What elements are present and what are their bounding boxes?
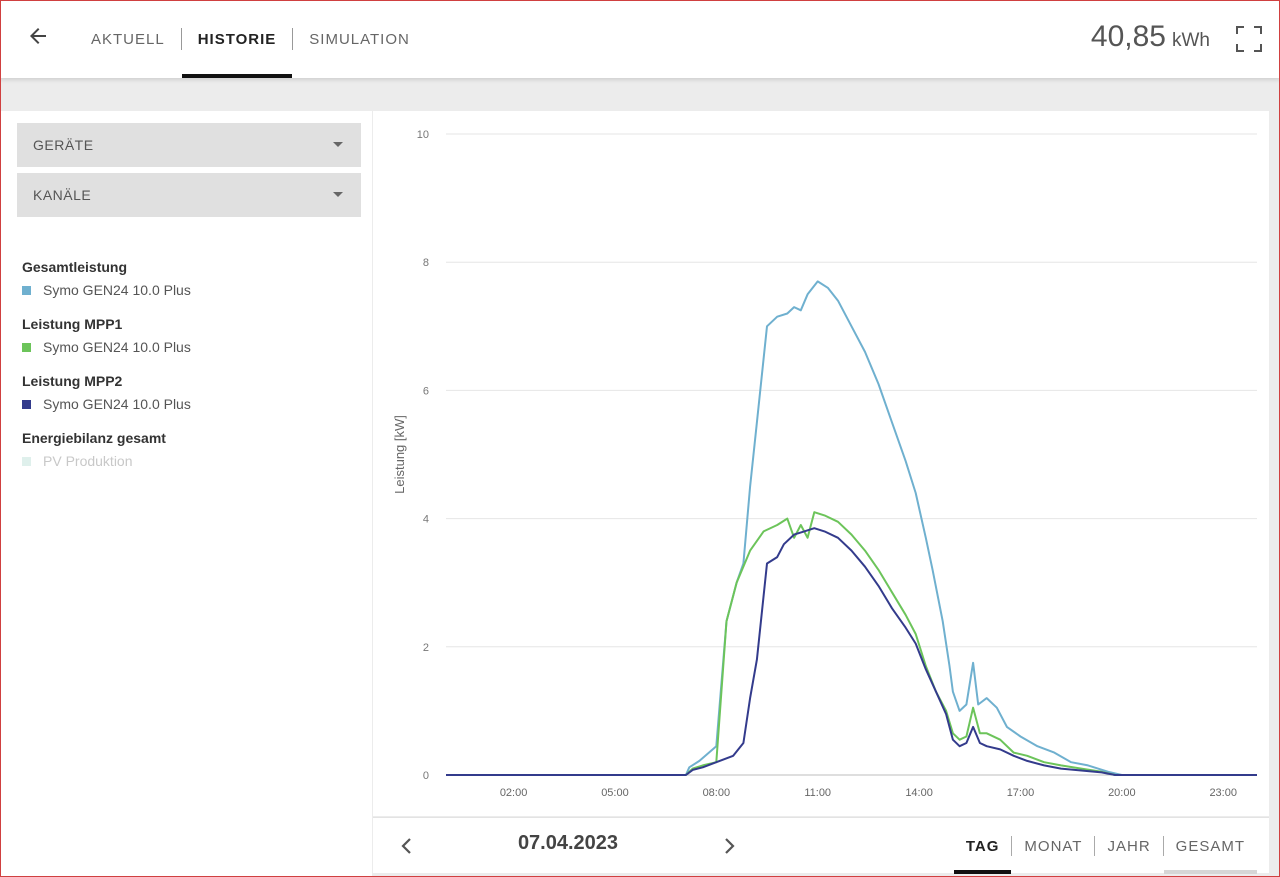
legend-title: Gesamtleistung — [22, 259, 128, 275]
legend-swatch — [22, 342, 31, 352]
legend: Gesamtleistung Symo GEN24 10.0 Plus Leis… — [22, 256, 352, 484]
x-tick-label: 05:00 — [601, 787, 629, 799]
legend-item-label: Symo GEN24 10.0 Plus — [43, 339, 191, 355]
period-tab-jahr[interactable]: JAHR — [1095, 818, 1162, 874]
series-line-1 — [446, 280, 1257, 776]
y-tick-label: 8 — [423, 257, 429, 269]
legend-title: Leistung MPP1 — [22, 316, 123, 332]
next-day-button[interactable] — [711, 828, 747, 864]
current-date: 07.04.2023 — [517, 832, 619, 854]
legend-item-gesamtleistung[interactable]: Symo GEN24 10.0 Plus — [22, 278, 352, 302]
chevron-right-icon — [725, 838, 735, 854]
energy-total: 40,85 kWh — [1091, 20, 1210, 54]
legend-item-mpp2[interactable]: Symo GEN24 10.0 Plus — [22, 392, 352, 416]
legend-swatch — [22, 456, 31, 466]
y-tick-label: 0 — [423, 770, 429, 782]
period-tab-gesamt[interactable]: GESAMT — [1163, 818, 1258, 874]
y-tick-label: 6 — [423, 385, 429, 397]
top-bar: AKTUELL HISTORIE SIMULATION 40,85 kWh — [0, 0, 1280, 78]
energy-value: 40,85 — [1090, 20, 1166, 53]
devices-dropdown-label: GERÄTE — [33, 137, 94, 153]
tab-aktuell[interactable]: AKTUELL — [75, 0, 181, 78]
period-tabs: TAG MONAT JAHR GESAMT — [953, 818, 1258, 874]
caret-down-icon — [333, 142, 343, 147]
previous-day-button[interactable] — [389, 828, 425, 864]
arrow-left-icon — [30, 28, 46, 44]
x-tick-label: 20:00 — [1108, 787, 1136, 799]
y-tick-label: 4 — [423, 514, 429, 526]
legend-swatch — [22, 399, 31, 409]
power-chart: 0 2 4 6 8 10 02:00 05:00 08:00 11:00 14:00 17:00 20:… — [392, 129, 1257, 799]
fullscreen-icon — [1236, 26, 1262, 52]
legend-item-mpp1[interactable]: Symo GEN24 10.0 Plus — [22, 335, 352, 359]
legend-group-mpp2: Leistung MPP2 Symo GEN24 10.0 Plus — [22, 370, 352, 416]
y-axis-label: Leistung [kW] — [392, 415, 407, 494]
tab-historie[interactable]: HISTORIE — [181, 0, 293, 78]
y-tick-label: 10 — [417, 129, 429, 141]
x-tick-label: 23:00 — [1209, 787, 1237, 799]
period-tab-monat[interactable]: MONAT — [1012, 818, 1094, 874]
legend-group-energiebilanz: Energiebilanz gesamt PV Produktion — [22, 427, 352, 473]
legend-item-label: PV Produktion — [43, 453, 133, 469]
legend-item-label: Symo GEN24 10.0 Plus — [43, 396, 191, 412]
legend-group-gesamtleistung: Gesamtleistung Symo GEN24 10.0 Plus — [22, 256, 352, 302]
energy-unit: kWh — [1172, 30, 1210, 51]
legend-item-pv-produktion[interactable]: PV Produktion — [22, 449, 352, 473]
series-line-3 — [446, 527, 1257, 776]
x-tick-label: 08:00 — [703, 787, 731, 799]
x-tick-label: 11:00 — [804, 787, 831, 799]
legend-item-label: Symo GEN24 10.0 Plus — [43, 282, 191, 298]
devices-dropdown[interactable]: GERÄTE — [17, 123, 361, 167]
legend-group-mpp1: Leistung MPP1 Symo GEN24 10.0 Plus — [22, 313, 352, 359]
chevron-left-icon — [401, 838, 411, 854]
fullscreen-button[interactable] — [1234, 24, 1264, 54]
x-tick-label: 02:00 — [500, 787, 528, 799]
x-tick-label: 14:00 — [905, 787, 933, 799]
chart-panel: 0 2 4 6 8 10 02:00 05:00 08:00 11:00 14:00 17:00 20:… — [373, 111, 1269, 816]
view-tabs: AKTUELL HISTORIE SIMULATION — [75, 0, 426, 78]
channels-dropdown-label: KANÄLE — [33, 187, 92, 203]
y-tick-label: 2 — [423, 642, 429, 654]
legend-title: Energiebilanz gesamt — [22, 430, 166, 446]
date-navigation-bar: 07.04.2023 TAG MONAT JAHR GESAMT — [373, 817, 1269, 874]
channels-dropdown[interactable]: KANÄLE — [17, 173, 361, 217]
legend-swatch — [22, 285, 31, 295]
x-tick-label: 17:00 — [1007, 787, 1035, 799]
sidebar: GERÄTE KANÄLE Gesamtleistung Symo GEN24 … — [0, 111, 372, 877]
legend-title: Leistung MPP2 — [22, 373, 123, 389]
period-tab-tag[interactable]: TAG — [953, 818, 1012, 874]
caret-down-icon — [333, 192, 343, 197]
tab-simulation[interactable]: SIMULATION — [293, 0, 426, 78]
back-button[interactable] — [26, 24, 54, 52]
